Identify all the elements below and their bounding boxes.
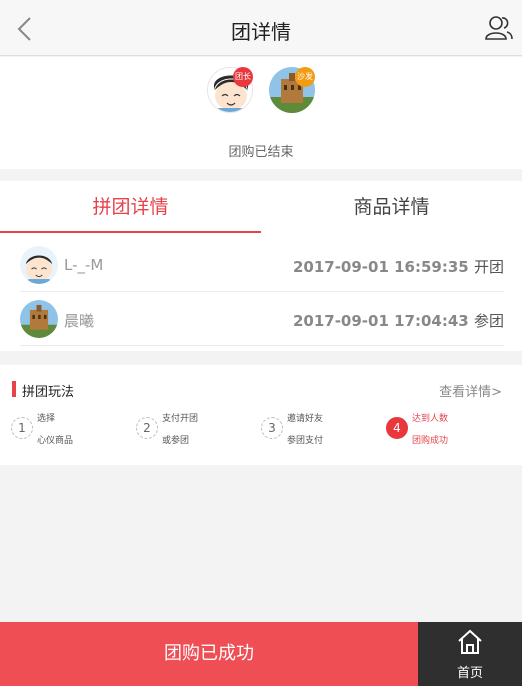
step-number: 1 <box>11 417 33 439</box>
rule-step-4: 4 达到人数 团购成功 <box>386 411 506 451</box>
member-list: L-_-M 2017-09-01 16:59:35 开团 晨曦 2017-09-… <box>0 233 522 351</box>
member-name: L-_-M <box>64 256 104 274</box>
step-text-line2: 或参团 <box>162 436 190 446</box>
member-time: 2017-09-01 16:59:35 开团 <box>293 256 504 277</box>
group-members-button[interactable] <box>484 14 514 42</box>
step-number: 3 <box>261 417 283 439</box>
rule-step-2: 2 支付开团 或参团 <box>136 411 256 451</box>
group-status-text: 团购已结束 <box>228 145 294 160</box>
detail-tabs: 拼团详情 商品详情 <box>0 181 522 233</box>
view-details-link[interactable]: 查看详情> <box>439 381 502 400</box>
sofa-badge: 沙发 <box>295 67 315 87</box>
tab-group-detail[interactable]: 拼团详情 <box>0 181 261 233</box>
join-action: 参团 <box>473 312 504 330</box>
join-time: 2017-09-01 16:59:35 <box>292 258 469 276</box>
member-name: 晨曦 <box>64 312 95 330</box>
tab-product-detail[interactable]: 商品详情 <box>261 181 522 233</box>
leader-badge: 团长 <box>233 67 253 87</box>
list-item: L-_-M 2017-09-01 16:59:35 开团 <box>20 238 504 292</box>
list-item: 晨曦 2017-09-01 17:04:43 参团 <box>20 292 504 346</box>
rule-step-1: 1 选择 心仪商品 <box>11 411 131 451</box>
rule-step-3: 3 邀请好友 参团支付 <box>261 411 381 451</box>
step-text-line2: 心仪商品 <box>37 436 74 446</box>
step-text-line1: 达到人数 <box>412 414 449 424</box>
rules-title: 拼团玩法 <box>22 385 75 400</box>
member-avatar <box>20 246 58 284</box>
step-text-line1: 选择 <box>37 414 56 424</box>
home-icon <box>458 629 482 654</box>
join-time: 2017-09-01 17:04:43 <box>292 312 469 330</box>
step-text-line1: 支付开团 <box>162 414 199 424</box>
member-time: 2017-09-01 17:04:43 参团 <box>293 310 504 331</box>
step-number: 2 <box>136 417 158 439</box>
group-rules: 拼团玩法 查看详情> 1 选择 心仪商品 2 支付开团 或参团 3 邀请好友 参… <box>0 365 522 465</box>
step-number: 4 <box>386 417 408 439</box>
header-bar: 团详情 <box>0 0 522 56</box>
home-label: 首页 <box>456 666 483 681</box>
step-text-line1: 邀请好友 <box>287 414 324 424</box>
home-button[interactable]: 首页 <box>418 622 522 686</box>
section-marker <box>12 381 16 397</box>
join-action: 开团 <box>473 258 504 276</box>
step-text-line2: 参团支付 <box>287 436 324 446</box>
step-text-line2: 团购成功 <box>412 436 449 446</box>
page-title: 团详情 <box>231 20 291 44</box>
group-summary: 团长 沙发 团购已结束 <box>0 57 522 169</box>
member-avatar <box>20 300 58 338</box>
users-icon <box>485 16 513 40</box>
group-success-button[interactable]: 团购已成功 <box>0 622 418 686</box>
